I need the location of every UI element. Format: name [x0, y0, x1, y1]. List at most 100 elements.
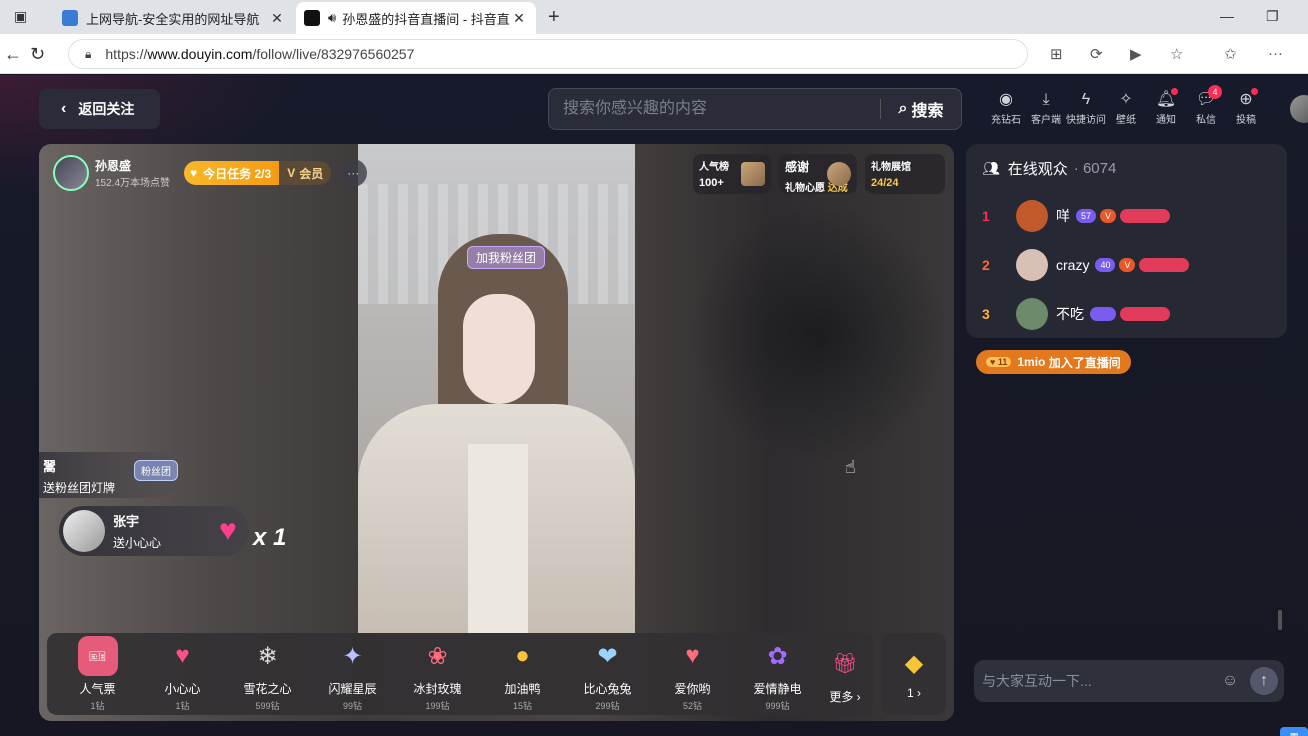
- host-avatar[interactable]: [53, 155, 89, 191]
- duck-icon: ●: [515, 642, 530, 669]
- back-arrow-icon[interactable]: ←: [4, 44, 22, 65]
- speaker-icon[interactable]: 🔊︎: [328, 10, 336, 26]
- user-avatar[interactable]: [1290, 95, 1308, 123]
- gift-price: 99钻: [342, 701, 362, 711]
- send-icon[interactable]: ↑: [1250, 667, 1278, 695]
- quick-access-button[interactable]: ϟ 快捷访问: [1066, 89, 1106, 126]
- wallpaper-label: 壁纸: [1116, 115, 1136, 126]
- gift-item[interactable]: ❤ 比心兔兔 299钻: [565, 636, 650, 712]
- gift-item[interactable]: ♥ 爱你哟 52钻: [650, 636, 735, 712]
- gift-item[interactable]: ● 加油鸭 15钻: [480, 636, 565, 712]
- recharge-button[interactable]: ◉ 充钻石: [986, 89, 1026, 126]
- gift-wish-box[interactable]: 感谢 礼物心愿 达成: [779, 154, 857, 194]
- hand-cursor-icon: ☝: [845, 457, 856, 477]
- notification-button[interactable]: 🔔︎ 通知: [1146, 88, 1186, 126]
- more-menu-icon[interactable]: ···: [1268, 45, 1283, 62]
- host-text: 孙恩盛 152.4万本场点赞: [95, 157, 170, 189]
- audience-avatar: [1016, 200, 1048, 232]
- search-button[interactable]: ⌕ 搜索: [881, 97, 961, 121]
- bunny-icon: ❤: [597, 642, 618, 670]
- url-field[interactable]: 🔒︎ https://www.douyin.com/follow/live/83…: [68, 39, 1028, 69]
- diamond-count: 1: [906, 685, 914, 700]
- lightning-icon: ϟ: [1081, 91, 1091, 108]
- gift-text: 张宇 送小心心: [113, 511, 161, 551]
- upload-label: 投稿: [1236, 115, 1256, 126]
- chat-input[interactable]: [982, 673, 1216, 689]
- fan-club-chip: 粉丝团: [134, 460, 178, 481]
- tab-title: 孙恩盛的抖音直播间 - 抖音直: [342, 11, 510, 27]
- fan-badge: [1120, 209, 1171, 223]
- notification-label: 通知: [1156, 115, 1176, 126]
- gift-name: 爱情静电: [753, 682, 802, 696]
- gift-item[interactable]: ✿ 爱情静电 999钻: [735, 636, 820, 712]
- tab-actions-icon[interactable]: ▣: [14, 8, 32, 26]
- join-user: 1mio: [1017, 355, 1046, 369]
- restore-icon[interactable]: ❐: [1266, 8, 1279, 25]
- client-download-button[interactable]: ⤓ 客户端: [1026, 89, 1066, 126]
- gift-item[interactable]: ❀ 冰封玫瑰 199钻: [395, 636, 480, 712]
- gift-price: 1钻: [175, 701, 190, 711]
- gift-item[interactable]: ✦ 闪耀星辰 99钻: [310, 636, 395, 712]
- chat-scrollbar[interactable]: [1278, 610, 1282, 630]
- more-gifts-button[interactable]: 🎁︎ 更多 ›: [820, 644, 870, 705]
- favorite-star-icon[interactable]: ☆: [1170, 45, 1183, 63]
- upload-button[interactable]: ⊕ 投稿: [1226, 88, 1266, 126]
- audience-name: crazy: [1056, 257, 1090, 273]
- join-fan-club-tag[interactable]: 加我粉丝团: [467, 246, 546, 269]
- browser-tab-1[interactable]: 上网导航-安全实用的网址导航 ✕: [54, 2, 294, 34]
- audience-name: 不吃: [1056, 306, 1084, 322]
- host-info: 孙恩盛 152.4万本场点赞 ♥ 今日任务 2/3 V 会员 ···: [53, 154, 399, 192]
- audience-count-wrap: · 6074: [1073, 160, 1117, 177]
- douyin-favicon-icon: [304, 10, 320, 26]
- emoji-icon[interactable]: ☺: [1216, 667, 1244, 695]
- refresh-page-icon[interactable]: ⟳: [1090, 45, 1103, 63]
- hall-title: 礼物展馆: [871, 162, 911, 173]
- wallpaper-button[interactable]: ✧ 壁纸: [1106, 89, 1146, 126]
- search-bar: ⌕ 搜索: [548, 88, 962, 130]
- popularity-rank[interactable]: 人气榜 100+: [693, 154, 771, 194]
- search-input[interactable]: [549, 89, 880, 129]
- heart-icon: ♥: [190, 166, 198, 180]
- back-to-follow-button[interactable]: ‹ 返回关注: [39, 89, 160, 129]
- audience-row[interactable]: 3 不吃: [982, 297, 1174, 331]
- gift-item[interactable]: ♥ 小心心 1钻: [140, 636, 225, 712]
- reload-icon[interactable]: ↻: [30, 44, 45, 65]
- diamond-balance-button[interactable]: ◆ 1 ›: [882, 633, 946, 715]
- level-badge: 40: [1095, 258, 1116, 272]
- vip-button[interactable]: V 会员: [279, 161, 332, 185]
- audience-title: 在线观众: [1007, 161, 1068, 178]
- thanks-avatar: [827, 162, 851, 186]
- gift-name: 爱你哟: [674, 682, 711, 696]
- gift-item[interactable]: 🎫︎ 人气票 1钻: [55, 636, 140, 712]
- close-tab-icon[interactable]: ✕: [510, 10, 528, 27]
- gift-action: 送小心心: [113, 536, 162, 550]
- new-tab-icon[interactable]: +: [548, 6, 560, 29]
- search-button-label: 搜索: [911, 103, 944, 120]
- diamond-balance: 1 ›: [906, 685, 922, 700]
- hall-value: 24/24: [871, 177, 899, 189]
- side-widget-icon[interactable]: ▦: [1280, 727, 1308, 736]
- audience-rank: 2: [982, 257, 990, 273]
- browser-tab-bar: ▣ 上网导航-安全实用的网址导航 ✕ 🔊︎ 孙恩盛的抖音直播间 - 抖音直 ✕ …: [0, 0, 1308, 34]
- favorites-list-icon[interactable]: ✩: [1224, 45, 1237, 63]
- media-icon[interactable]: ▶: [1130, 45, 1142, 63]
- more-options-button[interactable]: ···: [339, 159, 368, 187]
- gift-hall[interactable]: 礼物展馆 24/24: [865, 154, 945, 194]
- fan-badge: [1139, 258, 1190, 272]
- gift-price: 15钻: [512, 701, 532, 711]
- live-player[interactable]: 加我粉丝团 孙恩盛 152.4万本场点赞 ♥ 今日任务 2/3 V 会员 ···…: [39, 144, 954, 721]
- gift-item[interactable]: ❄ 雪花之心 599钻: [225, 636, 310, 712]
- browser-tab-2[interactable]: 🔊︎ 孙恩盛的抖音直播间 - 抖音直 ✕: [296, 2, 536, 34]
- close-tab-icon[interactable]: ✕: [268, 10, 286, 27]
- url-prefix: https://: [105, 46, 148, 62]
- messages-button[interactable]: 💬︎ 4 私信: [1186, 85, 1226, 126]
- minimize-icon[interactable]: —: [1220, 8, 1234, 24]
- audience-row[interactable]: 1 咩 57 V: [982, 199, 1174, 233]
- gift-name: 比心兔兔: [583, 682, 632, 696]
- download-icon: ⤓: [1042, 91, 1050, 108]
- daily-task-button[interactable]: ♥ 今日任务 2/3: [184, 161, 280, 185]
- heart-icon: ♥: [175, 642, 190, 669]
- audience-row[interactable]: 2 crazy 40 V: [982, 248, 1193, 282]
- apps-icon[interactable]: ⊞: [1050, 45, 1063, 63]
- audience-panel: 👥︎ 在线观众 · 6074 1 咩 57 V 2 crazy 40 V 3 不…: [966, 144, 1287, 338]
